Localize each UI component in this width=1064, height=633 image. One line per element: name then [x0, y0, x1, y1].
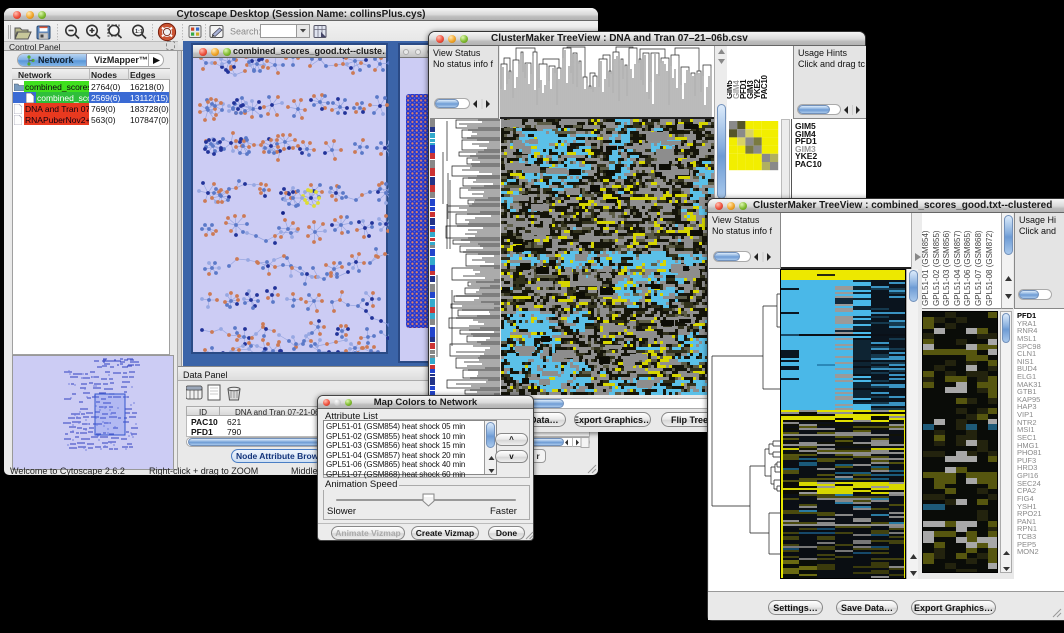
svg-text:Search:: Search: [230, 27, 261, 37]
svg-text:1:1: 1:1 [135, 29, 143, 35]
